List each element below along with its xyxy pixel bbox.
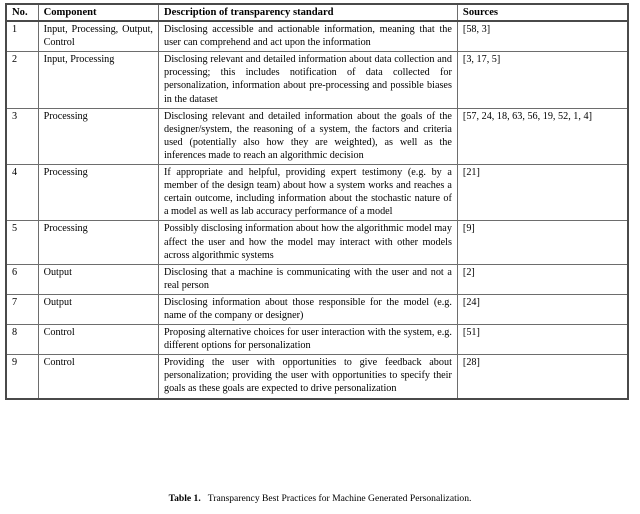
transparency-standards-table-wrapper: No. Component Description of transparenc… (5, 3, 629, 400)
cell-component: Processing (38, 220, 159, 265)
table-row: 1 Input, Processing, Output, Control Dis… (6, 21, 628, 52)
table-row: 3 Processing Disclosing relevant and det… (6, 107, 628, 165)
caption-label: Table 1. (168, 493, 201, 504)
cell-sources: [58, 3] (462, 24, 491, 36)
cell-no: 5 (6, 220, 39, 265)
cell-no: 6 (6, 263, 39, 295)
cell-no: 8 (6, 324, 39, 355)
cell-no: 2 (6, 51, 39, 109)
table-header: No. Component Description of transparenc… (6, 4, 628, 23)
cell-description: Disclosing relevant and detailed informa… (158, 51, 458, 109)
table-body: 1 Input, Processing, Output, Control Dis… (6, 21, 628, 399)
cell-description: Disclosing information about those respo… (158, 293, 458, 325)
table-row: 8 Control Proposing alternative choices … (6, 324, 628, 355)
cell-description: Disclosing accessible and actionable inf… (158, 21, 458, 52)
cell-description: If appropriate and helpful, providing ex… (158, 164, 458, 221)
cell-no: 4 (6, 164, 39, 221)
table-header-row: No. Component Description of transparenc… (6, 4, 628, 23)
cell-no: 7 (6, 293, 39, 325)
cell-sources: [51] (457, 324, 628, 355)
cell-component: Processing (38, 164, 159, 221)
table-row: 5 Processing Possibly disclosing informa… (6, 220, 628, 265)
table-row: 2 Input, Processing Disclosing relevant … (6, 51, 628, 109)
cell-description: Disclosing relevant and detailed informa… (158, 107, 458, 165)
column-header-no: No. (6, 4, 39, 23)
cell-sources: [2] (457, 263, 628, 295)
table-row: 6 Output Disclosing that a machine is co… (6, 263, 628, 295)
cell-description: Providing the user with opportunities to… (158, 354, 458, 399)
cell-no: 3 (6, 107, 39, 165)
cell-sources: [28] (457, 354, 628, 399)
cell-description: Possibly disclosing information about ho… (158, 220, 458, 265)
cell-component: Control (38, 324, 159, 355)
table-row: 9 Control Providing the user with opport… (6, 354, 628, 399)
cell-sources: [3, 17, 5] (457, 51, 628, 109)
column-header-sources: Sources (457, 4, 628, 23)
cell-no: 9 (6, 354, 39, 399)
cell-sources: [24] (457, 293, 628, 325)
cell-sources: [57, 24, 18, 63, 56, 19, 52, 1, 4] (457, 107, 628, 165)
table-caption: Table 1. Transparency Best Practices for … (0, 493, 640, 505)
cell-description: Disclosing that a machine is communicati… (158, 263, 458, 295)
page-root: No. Component Description of transparenc… (0, 0, 640, 514)
cell-component: Processing (38, 107, 159, 165)
cell-component: Input, Processing, Output, Control (38, 21, 159, 52)
caption-text: Transparency Best Practices for Machine … (207, 493, 472, 504)
cell-component: Control (38, 354, 159, 399)
cell-description: Proposing alternative choices for user i… (158, 324, 458, 355)
table-row: 4 Processing If appropriate and helpful,… (6, 164, 628, 221)
cell-component: Input, Processing (38, 51, 159, 109)
transparency-standards-table: No. Component Description of transparenc… (5, 3, 629, 400)
cell-component: Output (38, 263, 159, 295)
cell-no: 1 (6, 21, 39, 52)
table-row: 7 Output Disclosing information about th… (6, 293, 628, 325)
column-header-description: Description of transparency standard (158, 4, 458, 23)
cell-sources: [21] (457, 164, 628, 221)
column-header-component: Component (38, 4, 159, 23)
cell-sources: [9] (457, 220, 628, 265)
cell-component: Output (38, 293, 159, 325)
